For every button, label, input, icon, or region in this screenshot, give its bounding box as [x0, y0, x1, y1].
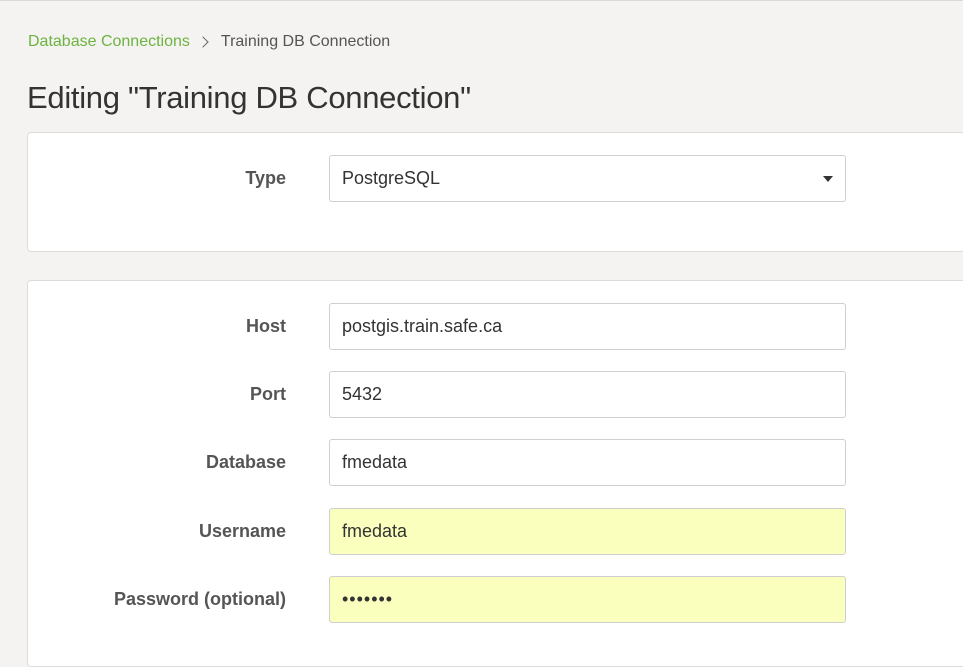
page-title: Editing "Training DB Connection"	[27, 80, 471, 115]
password-masked-value: •••••••	[342, 589, 394, 609]
database-input[interactable]	[329, 439, 846, 486]
type-select-value: PostgreSQL	[342, 168, 441, 188]
caret-down-icon	[823, 176, 833, 182]
password-row: Password (optional) •••••••	[28, 576, 963, 623]
chevron-right-icon	[197, 36, 209, 48]
port-input[interactable]	[329, 371, 846, 418]
username-input[interactable]	[329, 508, 846, 555]
type-select[interactable]: PostgreSQL	[329, 155, 846, 202]
username-label: Username	[198, 521, 286, 541]
database-row: Database	[28, 439, 963, 486]
host-label: Host	[246, 316, 286, 336]
breadcrumb-link-database-connections[interactable]: Database Connections	[28, 33, 190, 51]
top-divider	[0, 0, 963, 1]
type-panel: Type PostgreSQL	[27, 132, 963, 252]
breadcrumb: Database Connections Training DB Connect…	[28, 31, 390, 53]
database-label: Database	[205, 452, 286, 472]
connection-panel: Host Port Database Username Password (op…	[27, 280, 963, 667]
host-input[interactable]	[329, 303, 846, 350]
port-label: Port	[250, 384, 286, 404]
type-row: Type PostgreSQL	[28, 155, 963, 202]
port-row: Port	[28, 371, 963, 418]
password-label: Password (optional)	[113, 589, 286, 609]
password-input[interactable]: •••••••	[329, 576, 846, 623]
host-row: Host	[28, 303, 963, 350]
username-row: Username	[28, 508, 963, 555]
type-label: Type	[245, 168, 286, 188]
breadcrumb-current: Training DB Connection	[220, 33, 391, 50]
